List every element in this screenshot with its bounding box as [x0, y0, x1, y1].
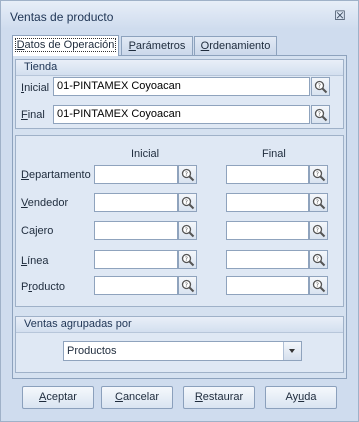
title-bar: Ventas de producto ☒ [1, 1, 358, 29]
magnifier-icon: ? [312, 196, 326, 210]
cajero-final-lookup-button[interactable]: ? [309, 221, 328, 240]
column-header-final: Final [262, 148, 286, 160]
departamento-inicial-lookup-button[interactable]: ? [178, 165, 197, 184]
producto-label: Producto [21, 281, 66, 293]
svg-text:?: ? [185, 199, 188, 206]
linea-inicial-field[interactable] [94, 250, 178, 269]
tab-label: atos de Operación [24, 39, 115, 51]
vendedor-label: Vendedor [21, 197, 69, 209]
tab-parametros[interactable]: Parámetros [121, 36, 193, 55]
tienda-final-field[interactable]: 01-PINTAMEX Coyoacan [53, 105, 310, 124]
tab-access-key: D [16, 39, 25, 51]
vendedor-inicial-field[interactable] [94, 193, 178, 212]
svg-text:?: ? [185, 227, 188, 234]
magnifier-icon: ? [312, 253, 326, 267]
producto-final-lookup-button[interactable]: ? [309, 276, 328, 295]
tab-label: rdenamiento [209, 40, 271, 52]
cancelar-button[interactable]: Cancelar [101, 386, 173, 409]
magnifier-icon: ? [312, 279, 326, 293]
agrupadas-group-header: Ventas agrupadas por [16, 317, 343, 333]
vendedor-final-field[interactable] [226, 193, 309, 212]
magnifier-icon: ? [181, 168, 195, 182]
tienda-group-header: Tienda [16, 60, 343, 76]
cajero-inicial-field[interactable] [94, 221, 178, 240]
departamento-label: Departamento [21, 169, 91, 181]
linea-inicial-lookup-button[interactable]: ? [178, 250, 197, 269]
producto-inicial-lookup-button[interactable]: ? [178, 276, 197, 295]
svg-text:?: ? [185, 171, 188, 178]
linea-label: Línea [21, 255, 49, 267]
column-header-inicial: Inicial [131, 148, 160, 160]
svg-text:?: ? [185, 282, 188, 289]
magnifier-icon: ? [181, 279, 195, 293]
tab-datos-de-operacion[interactable]: Datos de Operación [12, 35, 119, 56]
svg-text:?: ? [318, 83, 321, 90]
tienda-inicial-field[interactable]: 01-PINTAMEX Coyoacan [53, 77, 310, 96]
dialog-window: Ventas de producto ☒ Datos de Operación … [0, 0, 359, 422]
svg-text:?: ? [316, 282, 319, 289]
magnifier-icon: ? [312, 168, 326, 182]
svg-text:?: ? [185, 256, 188, 263]
producto-final-field[interactable] [226, 276, 309, 295]
tienda-final-label: Final [21, 109, 45, 121]
svg-text:?: ? [316, 199, 319, 206]
agrupadas-selected-value: Productos [67, 345, 117, 357]
magnifier-icon: ? [314, 108, 328, 122]
magnifier-icon: ? [312, 224, 326, 238]
tienda-final-lookup-button[interactable]: ? [311, 105, 330, 124]
svg-text:?: ? [318, 111, 321, 118]
cajero-inicial-lookup-button[interactable]: ? [178, 221, 197, 240]
departamento-final-lookup-button[interactable]: ? [309, 165, 328, 184]
svg-text:?: ? [316, 171, 319, 178]
chevron-down-icon[interactable] [283, 342, 301, 360]
magnifier-icon: ? [181, 253, 195, 267]
tab-access-key: P [128, 40, 136, 52]
tienda-inicial-lookup-button[interactable]: ? [311, 77, 330, 96]
restaurar-button[interactable]: Restaurar [183, 386, 255, 409]
producto-inicial-field[interactable] [94, 276, 178, 295]
linea-final-lookup-button[interactable]: ? [309, 250, 328, 269]
departamento-inicial-field[interactable] [94, 165, 178, 184]
vendedor-final-lookup-button[interactable]: ? [309, 193, 328, 212]
magnifier-icon: ? [181, 196, 195, 210]
cajero-final-field[interactable] [226, 221, 309, 240]
linea-final-field[interactable] [226, 250, 309, 269]
tab-access-key: O [200, 40, 210, 52]
tienda-inicial-label: Inicial [21, 82, 50, 94]
ayuda-button[interactable]: Ayuda [265, 386, 337, 409]
svg-text:?: ? [316, 256, 319, 263]
tab-label: arámetros [135, 40, 186, 52]
vendedor-inicial-lookup-button[interactable]: ? [178, 193, 197, 212]
agrupadas-select[interactable]: Productos [63, 341, 302, 361]
close-icon[interactable]: ☒ [333, 9, 347, 23]
aceptar-button[interactable]: Aceptar [22, 386, 94, 409]
window-title: Ventas de producto [10, 10, 114, 24]
svg-text:?: ? [316, 227, 319, 234]
departamento-final-field[interactable] [226, 165, 309, 184]
cajero-label: Cajero [21, 225, 54, 237]
magnifier-icon: ? [314, 80, 328, 94]
magnifier-icon: ? [181, 224, 195, 238]
tab-ordenamiento[interactable]: Ordenamiento [194, 36, 277, 55]
